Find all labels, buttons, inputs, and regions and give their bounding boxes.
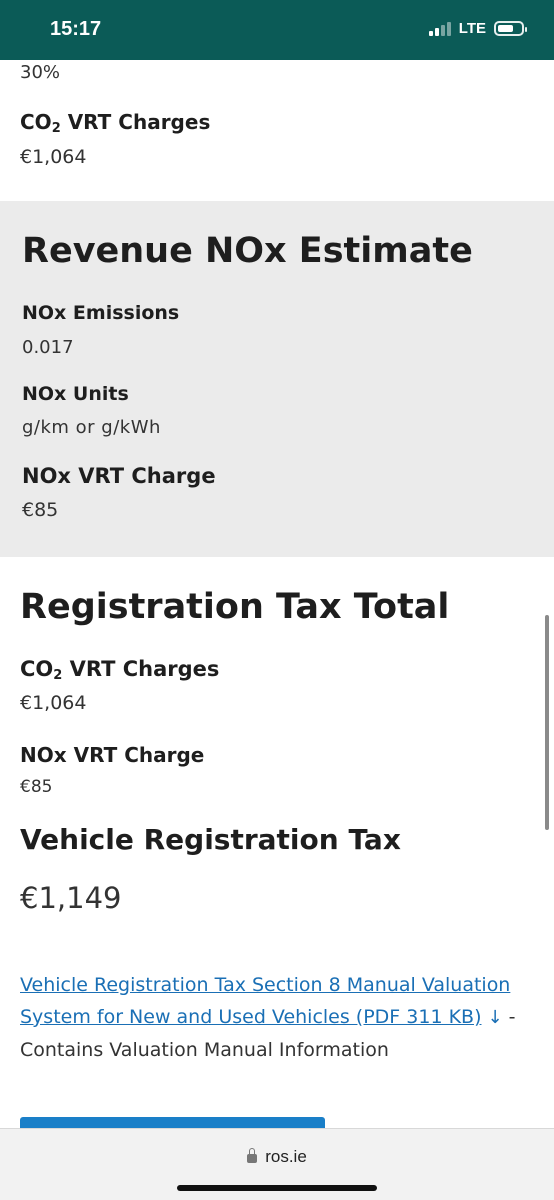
signal-icon	[428, 21, 451, 36]
valuation-manual-link[interactable]: Vehicle Registration Tax Section 8 Manua…	[20, 974, 510, 1028]
total-co2-vrt-charges-value: €1,064	[20, 692, 87, 714]
url-text: ros.ie	[265, 1147, 307, 1166]
url-row[interactable]: ros.ie	[0, 1147, 554, 1167]
nox-units-value: g/km or g/kWh	[22, 417, 161, 438]
registration-tax-total-section: Registration Tax Total CO2 VRT Charges €…	[0, 557, 554, 1130]
co2-summary-section: 30% CO2 VRT Charges €1,064	[0, 60, 554, 201]
download-icon[interactable]: ↓	[488, 1007, 503, 1028]
browser-address-bar[interactable]: ros.ie	[0, 1128, 554, 1200]
total-nox-vrt-charge-label: NOx VRT Charge	[20, 743, 205, 767]
percent-value: 30%	[20, 62, 61, 83]
revenue-nox-estimate-section: Revenue NOx Estimate NOx Emissions 0.017…	[0, 201, 554, 557]
co2-vrt-charges-value: €1,064	[20, 146, 87, 168]
nox-units-label: NOx Units	[22, 383, 129, 405]
registration-tax-total-heading: Registration Tax Total	[20, 587, 450, 627]
battery-icon	[494, 21, 527, 36]
page-content[interactable]: 30% CO2 VRT Charges €1,064 Revenue NOx E…	[0, 60, 554, 1130]
nox-emissions-value: 0.017	[22, 337, 74, 358]
vehicle-registration-tax-heading: Vehicle Registration Tax	[20, 823, 401, 856]
co2-vrt-charges-label: CO2 VRT Charges	[20, 110, 211, 136]
status-indicators: LTE	[428, 20, 527, 37]
nox-vrt-charge-label: NOx VRT Charge	[22, 464, 216, 488]
status-bar: 15:17 LTE	[0, 0, 554, 60]
lock-icon	[247, 1148, 258, 1163]
network-label: LTE	[458, 20, 486, 37]
total-nox-vrt-charge-value: €85	[20, 777, 53, 797]
nox-estimate-heading: Revenue NOx Estimate	[22, 231, 473, 271]
vehicle-registration-tax-value: €1,149	[20, 881, 122, 915]
home-indicator[interactable]	[177, 1185, 377, 1191]
nox-vrt-charge-value: €85	[22, 499, 59, 521]
valuation-manual-paragraph: Vehicle Registration Tax Section 8 Manua…	[20, 969, 530, 1066]
status-time: 15:17	[50, 18, 102, 40]
total-co2-vrt-charges-label: CO2 VRT Charges	[20, 657, 220, 683]
nox-emissions-label: NOx Emissions	[22, 302, 180, 324]
scrollbar[interactable]	[545, 615, 549, 830]
